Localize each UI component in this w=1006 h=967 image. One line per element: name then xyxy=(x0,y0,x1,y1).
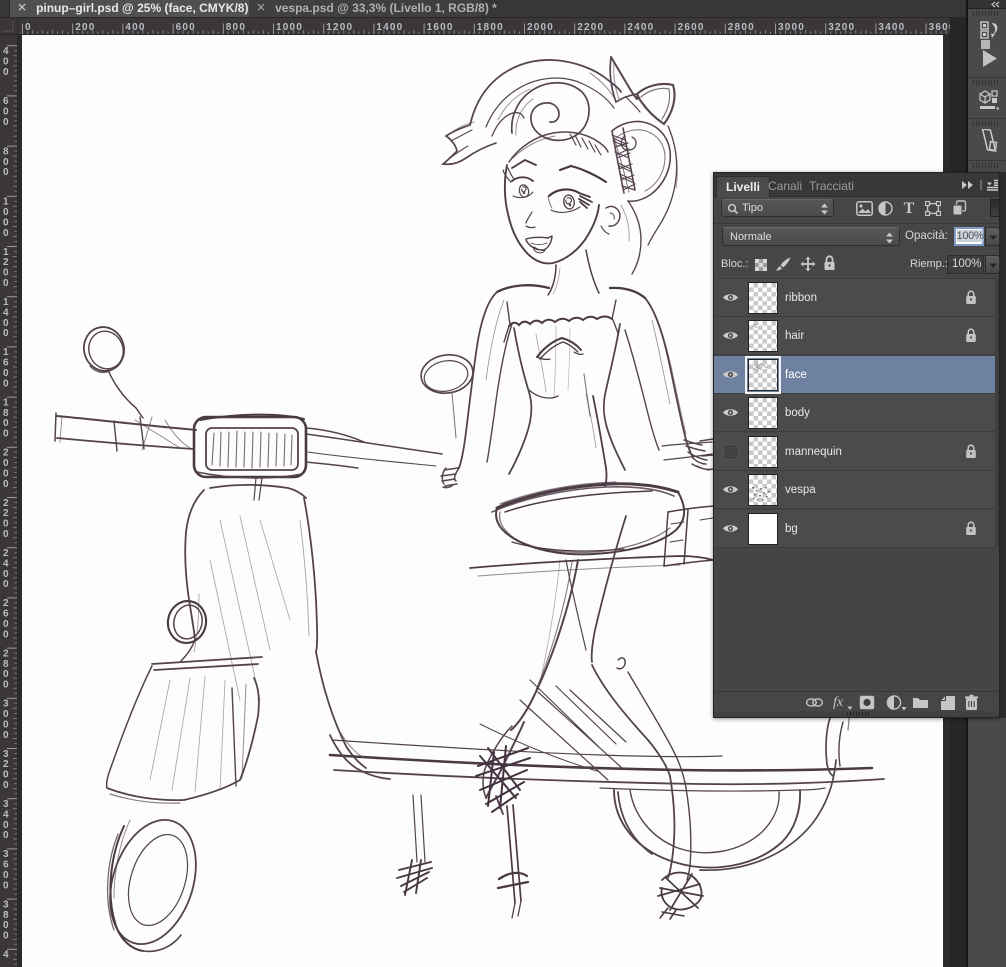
svg-text:6: 6 xyxy=(3,358,9,369)
svg-text:0: 0 xyxy=(3,318,9,329)
svg-text:2: 2 xyxy=(3,548,9,559)
svg-text:0: 0 xyxy=(3,569,9,580)
svg-text:0: 0 xyxy=(3,519,9,530)
svg-text:0: 0 xyxy=(3,107,9,118)
svg-text:0: 0 xyxy=(3,458,9,469)
svg-text:8: 8 xyxy=(3,659,9,670)
svg-text:0: 0 xyxy=(3,780,9,791)
svg-text:3: 3 xyxy=(3,849,9,860)
svg-text:8: 8 xyxy=(3,146,9,157)
svg-text:0: 0 xyxy=(3,429,9,440)
svg-text:1600: 1600 xyxy=(427,22,454,33)
svg-text:0: 0 xyxy=(3,880,9,891)
svg-text:3200: 3200 xyxy=(828,22,855,33)
svg-text:0: 0 xyxy=(3,157,9,168)
svg-text:1: 1 xyxy=(3,347,9,358)
svg-text:3: 3 xyxy=(3,699,9,710)
svg-text:0: 0 xyxy=(3,680,9,691)
svg-text:1: 1 xyxy=(3,397,9,408)
svg-text:0: 0 xyxy=(3,117,9,128)
svg-text:6: 6 xyxy=(3,96,9,107)
svg-text:2: 2 xyxy=(3,257,9,268)
svg-text:0: 0 xyxy=(3,479,9,490)
svg-text:1000: 1000 xyxy=(276,22,303,33)
svg-text:3: 3 xyxy=(3,799,9,810)
svg-text:4: 4 xyxy=(3,558,9,569)
svg-text:0: 0 xyxy=(3,268,9,279)
svg-text:0: 0 xyxy=(3,669,9,680)
svg-text:2600: 2600 xyxy=(678,22,705,33)
svg-text:0: 0 xyxy=(3,619,9,630)
svg-text:0: 0 xyxy=(3,56,9,67)
svg-text:0: 0 xyxy=(3,167,9,178)
svg-text:0: 0 xyxy=(3,730,9,741)
svg-text:0: 0 xyxy=(3,770,9,781)
svg-text:0: 0 xyxy=(3,468,9,479)
svg-text:fx: fx xyxy=(833,695,844,710)
svg-text:0: 0 xyxy=(3,579,9,590)
svg-text:3000: 3000 xyxy=(778,22,805,33)
svg-text:2400: 2400 xyxy=(627,22,654,33)
svg-text:6: 6 xyxy=(3,860,9,871)
svg-text:0: 0 xyxy=(3,328,9,339)
svg-text:T: T xyxy=(904,200,915,215)
svg-text:2200: 2200 xyxy=(577,22,604,33)
svg-text:0: 0 xyxy=(3,67,9,78)
svg-text:0: 0 xyxy=(3,207,9,218)
svg-text:1: 1 xyxy=(3,197,9,208)
svg-text:2: 2 xyxy=(3,448,9,459)
svg-text:0: 0 xyxy=(3,418,9,429)
svg-text:8: 8 xyxy=(3,910,9,921)
svg-text:0: 0 xyxy=(3,709,9,720)
svg-text:4: 4 xyxy=(3,809,9,820)
svg-text:2: 2 xyxy=(3,759,9,770)
svg-text:0: 0 xyxy=(3,629,9,640)
svg-text:0: 0 xyxy=(3,820,9,831)
svg-text:0: 0 xyxy=(3,368,9,379)
svg-text:2800: 2800 xyxy=(728,22,755,33)
svg-text:0: 0 xyxy=(3,378,9,389)
svg-text:0: 0 xyxy=(3,278,9,289)
svg-text:2: 2 xyxy=(3,598,9,609)
svg-text:2: 2 xyxy=(3,498,9,509)
svg-text:3600: 3600 xyxy=(929,22,950,33)
svg-text:0: 0 xyxy=(3,931,9,942)
svg-text:1400: 1400 xyxy=(376,22,403,33)
svg-text:1200: 1200 xyxy=(326,22,353,33)
svg-text:3: 3 xyxy=(3,899,9,910)
svg-text:0: 0 xyxy=(25,22,32,33)
svg-text:4: 4 xyxy=(3,950,9,961)
svg-text:0: 0 xyxy=(3,217,9,228)
svg-text:3: 3 xyxy=(3,749,9,760)
svg-text:0: 0 xyxy=(3,228,9,239)
svg-text:0: 0 xyxy=(3,719,9,730)
svg-text:2000: 2000 xyxy=(527,22,554,33)
svg-text:3400: 3400 xyxy=(878,22,905,33)
svg-text:2: 2 xyxy=(3,648,9,659)
svg-text:0: 0 xyxy=(3,870,9,881)
svg-text:1: 1 xyxy=(3,247,9,258)
svg-text:8: 8 xyxy=(3,408,9,419)
svg-text:6: 6 xyxy=(3,609,9,620)
svg-text:4: 4 xyxy=(3,307,9,318)
svg-text:0: 0 xyxy=(3,920,9,931)
svg-text:0: 0 xyxy=(3,830,9,841)
svg-text:1: 1 xyxy=(3,297,9,308)
svg-text:1800: 1800 xyxy=(477,22,504,33)
svg-text:2: 2 xyxy=(3,508,9,519)
svg-text:0: 0 xyxy=(3,529,9,540)
svg-text:4: 4 xyxy=(3,46,9,57)
